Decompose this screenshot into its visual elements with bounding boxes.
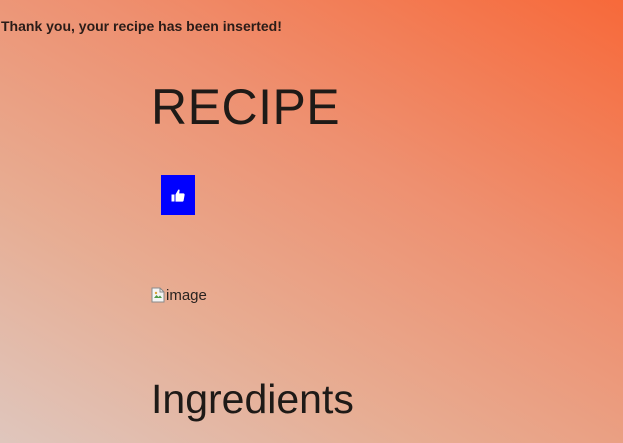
broken-image-icon <box>151 287 165 303</box>
ingredients-heading: Ingredients <box>151 376 354 422</box>
like-button[interactable] <box>161 175 195 215</box>
page-title: RECIPE <box>151 79 341 135</box>
thumbs-up-icon <box>171 189 185 202</box>
recipe-image-alt: image <box>166 286 207 304</box>
flash-message: Thank you, your recipe has been inserted… <box>1 18 282 34</box>
recipe-image: image <box>151 286 207 304</box>
